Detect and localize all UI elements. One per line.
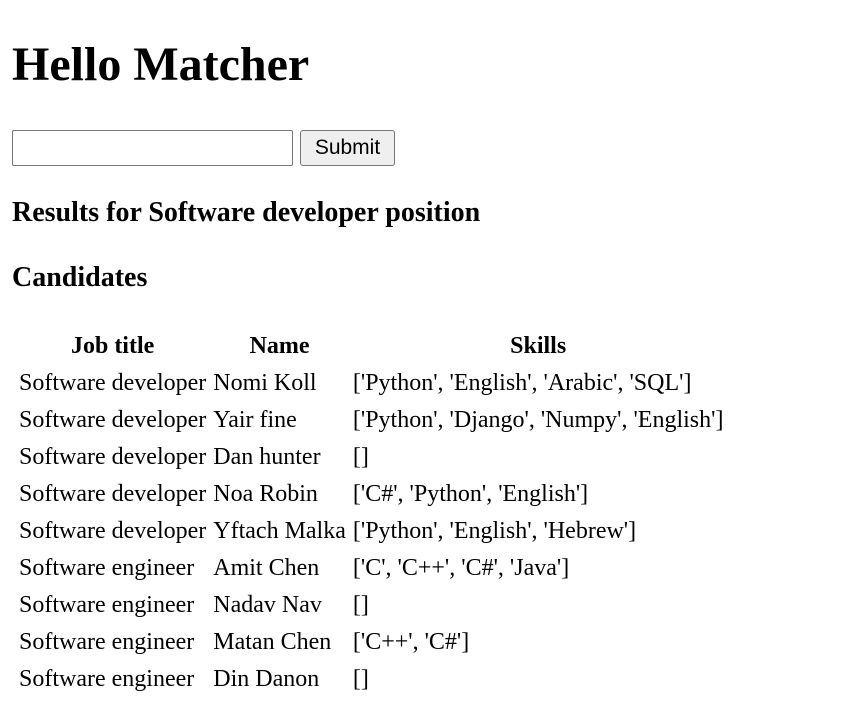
cell-job-title: Software engineer — [19, 666, 195, 692]
cell-job-title: Software engineer — [19, 555, 195, 581]
cell-name: Dan hunter — [213, 444, 321, 470]
table-row: Software developer Yair fine ['Python', … — [17, 402, 725, 439]
page: Hello Matcher Submit Results for Softwar… — [0, 0, 843, 698]
table-row: Software developer Dan hunter [] — [17, 439, 725, 476]
cell-skills: [] — [352, 592, 369, 618]
cell-name: Amit Chen — [213, 555, 320, 581]
column-header-skills: Skills — [510, 333, 567, 359]
column-header-name: Name — [249, 333, 310, 359]
cell-skills: ['C', 'C++', 'C#', 'Java'] — [352, 555, 570, 581]
cell-skills: ['Python', 'English', 'Hebrew'] — [352, 518, 637, 544]
cell-job-title: Software engineer — [19, 592, 195, 618]
cell-name: Din Danon — [213, 666, 320, 692]
cell-name: Noa Robin — [213, 481, 318, 507]
cell-name: Nadav Nav — [213, 592, 322, 618]
table-row: Software developer Nomi Koll ['Python', … — [17, 365, 725, 402]
table-row: Software engineer Din Danon [] — [17, 661, 725, 698]
cell-job-title: Software developer — [19, 407, 207, 433]
cell-job-title: Software developer — [19, 481, 207, 507]
candidates-heading: Candidates — [12, 262, 148, 293]
cell-job-title: Software developer — [19, 444, 207, 470]
submit-button[interactable]: Submit — [300, 130, 395, 166]
table-row: Software engineer Matan Chen ['C++', 'C#… — [17, 624, 725, 661]
table-row: Software engineer Amit Chen ['C', 'C++',… — [17, 550, 725, 587]
cell-name: Nomi Koll — [213, 370, 317, 396]
table-header-row: Job title Name Skills — [17, 328, 725, 365]
results-heading: Results for Software developer position — [12, 197, 481, 228]
search-form: Submit — [12, 130, 831, 166]
table-row: Software engineer Nadav Nav [] — [17, 587, 725, 624]
page-title: Hello Matcher — [12, 38, 310, 91]
cell-name: Yftach Malka — [213, 518, 346, 544]
position-input[interactable] — [12, 130, 293, 166]
cell-skills: ['Python', 'English', 'Arabic', 'SQL'] — [352, 370, 692, 396]
cell-skills: [] — [352, 444, 369, 470]
cell-name: Matan Chen — [213, 629, 332, 655]
cell-skills: ['C++', 'C#'] — [352, 629, 470, 655]
cell-skills: [] — [352, 666, 369, 692]
cell-job-title: Software developer — [19, 518, 207, 544]
cell-job-title: Software developer — [19, 370, 207, 396]
cell-job-title: Software engineer — [19, 629, 195, 655]
column-header-job-title: Job title — [70, 333, 155, 359]
candidates-table: Job title Name Skills Software developer… — [14, 328, 728, 698]
cell-skills: ['C#', 'Python', 'English'] — [352, 481, 589, 507]
cell-skills: ['Python', 'Django', 'Numpy', 'English'] — [352, 407, 724, 433]
table-row: Software developer Noa Robin ['C#', 'Pyt… — [17, 476, 725, 513]
table-row: Software developer Yftach Malka ['Python… — [17, 513, 725, 550]
cell-name: Yair fine — [213, 407, 297, 433]
